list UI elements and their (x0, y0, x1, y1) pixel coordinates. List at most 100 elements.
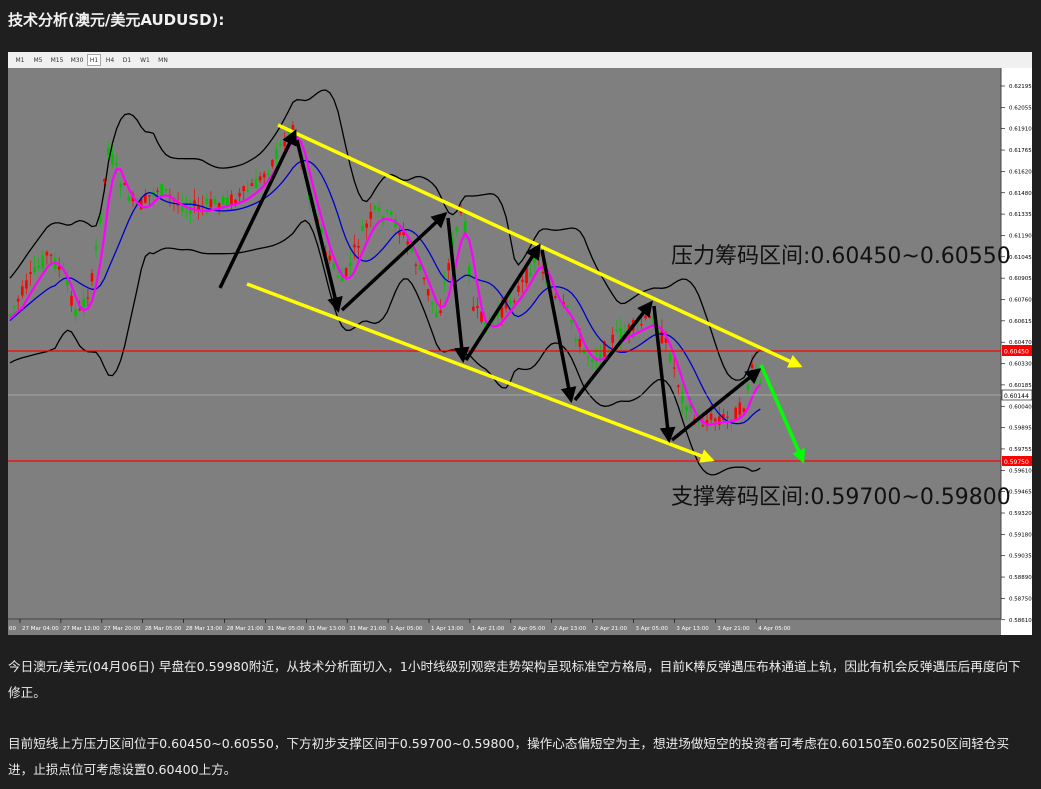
candle (365, 223, 368, 228)
tf-button-h4[interactable]: H4 (103, 54, 117, 66)
candle (49, 254, 53, 256)
timeframe-toolbar: M1 M5 M15 M30 H1 H4 D1 W1 MN (8, 52, 1032, 69)
candle (275, 149, 278, 159)
time-tick-label: 31 Mar 21:00 (349, 626, 386, 632)
candle (377, 207, 381, 211)
time-tick-label: 27 Mar 12:00 (63, 626, 100, 632)
candle (111, 154, 114, 165)
tf-button-m1[interactable]: M1 (12, 54, 28, 66)
candle (648, 316, 651, 319)
candle (611, 334, 614, 343)
candle (685, 406, 688, 411)
price-tick-label: 0.59610 (1009, 468, 1032, 474)
candle (677, 385, 680, 388)
analysis-paragraph-1: 今日澳元/美元(04月06日) 早盘在0.59980附近，从技术分析面切入，1小… (8, 659, 1021, 700)
support-zone-label: 支撑筹码区间:0.59700~0.59800 (671, 485, 1011, 510)
candle (369, 211, 373, 219)
support-price-tag-text: 0.59750 (1004, 459, 1029, 466)
candle (426, 288, 430, 296)
price-tick-label: 0.58890 (1009, 575, 1032, 581)
candle (86, 297, 90, 299)
price-tick-label: 0.59320 (1009, 511, 1032, 517)
price-tick-label: 0.60185 (1009, 383, 1032, 389)
time-tick-label: 1 Apr 13:00 (431, 626, 464, 632)
candle (41, 255, 45, 269)
candle (246, 189, 250, 192)
price-tick-label: 0.60330 (1009, 362, 1032, 368)
candle (148, 195, 151, 197)
candle (508, 300, 512, 305)
candle (435, 312, 438, 317)
price-tick-label: 0.58610 (1009, 618, 1032, 624)
candle (29, 272, 32, 275)
candle (238, 192, 241, 197)
price-tick-label: 0.61765 (1009, 148, 1032, 154)
candle (336, 276, 340, 278)
candle (16, 298, 20, 302)
candle (586, 356, 590, 359)
candle (431, 301, 434, 304)
candle (422, 277, 426, 280)
candle (525, 267, 528, 283)
candle (254, 178, 258, 189)
tf-button-m5[interactable]: M5 (30, 54, 46, 66)
candle (12, 306, 16, 308)
tf-button-m15[interactable]: M15 (48, 54, 66, 66)
candle (283, 141, 286, 147)
candle (385, 209, 389, 212)
candle (672, 367, 676, 369)
analysis-paragraph-2: 目前短线上方压力区间位于0.60450~0.60550，下方初步支撑区间于0.5… (8, 736, 1010, 777)
candle (271, 159, 274, 167)
time-tick-label: 4 Apr 05:00 (758, 626, 791, 632)
chart-canvas: 0.62195 0.62055 0.61910 0.61765 0.61620 0.614… (8, 68, 1032, 635)
candle (701, 425, 705, 427)
candle (590, 359, 594, 363)
resistance-zone-label: 压力筹码区间:0.60450~0.60550 (671, 244, 1011, 269)
candle (344, 268, 348, 277)
price-tick-label: 0.60040 (1009, 404, 1032, 410)
tf-button-mn[interactable]: MN (155, 54, 171, 66)
candle (566, 305, 569, 308)
time-tick-label: 28 Mar 13:00 (186, 626, 223, 632)
candle (607, 351, 610, 353)
candle (45, 251, 49, 256)
candle (513, 300, 516, 303)
candle (328, 255, 332, 261)
candle (414, 264, 418, 266)
candle (127, 196, 131, 202)
candle (390, 211, 393, 215)
candle (164, 188, 168, 191)
candle (82, 298, 86, 307)
candle (37, 265, 40, 268)
price-tick-label: 0.59035 (1009, 554, 1032, 560)
candle (668, 353, 672, 362)
candle (533, 256, 537, 263)
candle (713, 418, 717, 422)
candle (8, 314, 12, 316)
time-tick-label: 2 Apr 21:00 (595, 626, 628, 632)
time-tick-label: 3 Apr 21:00 (717, 626, 750, 632)
candle (726, 416, 729, 418)
candle (94, 246, 98, 250)
tf-button-d1[interactable]: D1 (120, 54, 134, 66)
candle (738, 402, 742, 415)
time-tick-label: 1 Apr 21:00 (472, 626, 505, 632)
tf-button-h1[interactable]: H1 (87, 54, 101, 66)
candle (156, 190, 159, 192)
price-tick-label: 0.61045 (1009, 255, 1032, 261)
tf-button-w1[interactable]: W1 (137, 54, 153, 66)
candle (759, 382, 762, 384)
candle (213, 198, 217, 205)
candle (681, 392, 684, 403)
tf-button-m30[interactable]: M30 (68, 54, 86, 66)
candle (70, 295, 73, 306)
candle (750, 364, 754, 369)
candle (332, 263, 336, 269)
price-chart-panel: M1 M5 M15 M30 H1 H4 D1 W1 MN 0.62195 0.6… (8, 52, 1032, 635)
candle (258, 176, 262, 181)
candle (209, 199, 213, 208)
candle (349, 262, 352, 267)
candle (267, 173, 270, 175)
price-tick-label: 0.60905 (1009, 276, 1032, 282)
candle (500, 307, 504, 318)
